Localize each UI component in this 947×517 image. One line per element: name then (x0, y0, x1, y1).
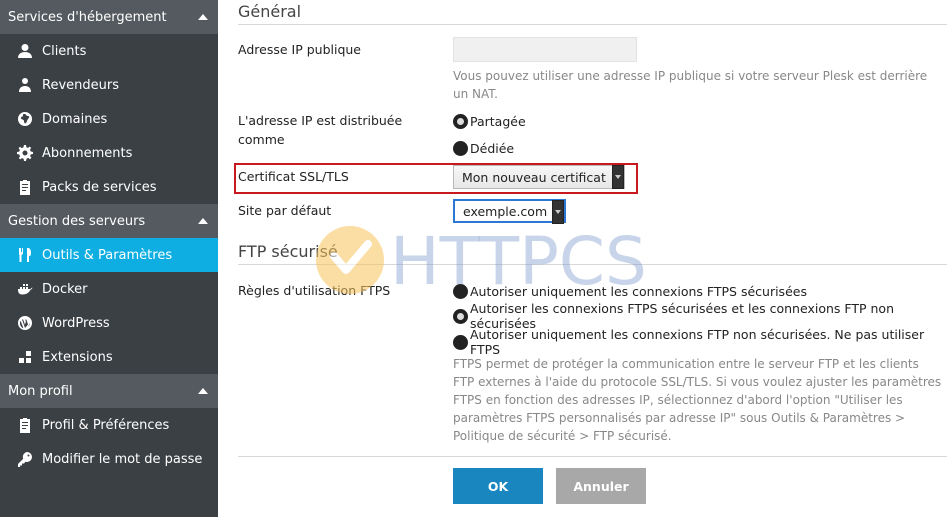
sidebar-item-clients[interactable]: Clients (0, 34, 218, 68)
radio-button[interactable] (453, 334, 468, 350)
radio-label: Partagée (470, 113, 526, 129)
key-icon (16, 450, 34, 468)
sidebar-item-label: Revendeurs (42, 77, 119, 93)
select-value: exemple.com (463, 203, 548, 219)
section-my-profile[interactable]: Mon profil (0, 374, 218, 408)
radio-ftps-and-ftp[interactable]: Autoriser les connexions FTPS sécurisées… (453, 301, 947, 331)
sidebar-item-label: Clients (42, 43, 87, 59)
clipboard-icon (16, 178, 34, 196)
radio-ftp-only[interactable]: Autoriser uniquement les connexions FTP … (453, 327, 947, 357)
public-ip-label: Adresse IP publique (238, 42, 361, 57)
sidebar-item-resellers[interactable]: Revendeurs (0, 68, 218, 102)
profile-icon (16, 416, 34, 434)
ftps-rules-label: Règles d'utilisation FTPS (238, 283, 391, 298)
sidebar-item-profile-preferences[interactable]: Profil & Préférences (0, 408, 218, 442)
sidebar-item-docker[interactable]: Docker (0, 272, 218, 306)
ftp-section-title: FTP sécurisé (238, 242, 338, 261)
sidebar-item-label: Abonnements (42, 145, 133, 161)
radio-dedicated[interactable]: Dédiée (453, 139, 514, 157)
sidebar-item-label: Profil & Préférences (42, 417, 170, 433)
globe-icon (16, 110, 34, 128)
sidebar-item-service-plans[interactable]: Packs de services (0, 170, 218, 204)
section-title: Services d'hébergement (8, 9, 167, 25)
divider (238, 456, 947, 457)
radio-button[interactable] (453, 113, 468, 129)
reseller-icon (16, 76, 34, 94)
extensions-icon (16, 348, 34, 366)
sidebar-item-tools-settings[interactable]: Outils & Paramètres (0, 238, 218, 272)
cancel-button[interactable]: Annuler (556, 468, 646, 504)
collapse-icon (198, 14, 208, 20)
section-hosting-services[interactable]: Services d'hébergement (0, 0, 218, 34)
chevron-down-icon (612, 165, 624, 189)
gear-icon (16, 144, 34, 162)
radio-shared[interactable]: Partagée (453, 112, 526, 130)
user-icon (16, 42, 34, 60)
section-title: Gestion des serveurs (8, 213, 146, 229)
public-ip-input[interactable] (453, 37, 637, 62)
sidebar-item-wordpress[interactable]: WordPress (0, 306, 218, 340)
ssl-certificate-label: Certificat SSL/TLS (238, 169, 349, 184)
collapse-icon (198, 388, 208, 394)
sidebar-item-label: Docker (42, 281, 88, 297)
sidebar-item-label: Packs de services (42, 179, 157, 195)
radio-ftps-only[interactable]: Autoriser uniquement les connexions FTPS… (453, 282, 807, 300)
sidebar-item-subscriptions[interactable]: Abonnements (0, 136, 218, 170)
sidebar-item-change-password[interactable]: Modifier le mot de passe (0, 442, 218, 476)
divider (238, 264, 947, 265)
ftps-hint: FTPS permet de protéger la communication… (453, 357, 942, 443)
sidebar-item-label: Modifier le mot de passe (42, 451, 203, 467)
ssl-certificate-select[interactable]: Mon nouveau certificat (453, 165, 625, 189)
radio-label: Autoriser uniquement les connexions FTPS… (470, 283, 807, 299)
radio-label: Autoriser uniquement les connexions FTP … (470, 327, 925, 357)
radio-button[interactable] (453, 140, 468, 156)
default-site-select[interactable]: exemple.com (453, 199, 566, 224)
radio-label: Dédiée (470, 140, 515, 156)
wordpress-icon (16, 314, 34, 332)
sidebar-item-label: WordPress (42, 315, 110, 331)
docker-icon (16, 280, 34, 298)
ok-button[interactable]: OK (453, 468, 543, 504)
public-ip-hint: Vous pouvez utiliser une adresse IP publ… (453, 69, 928, 101)
sidebar: Services d'hébergement Clients Revendeur… (0, 0, 218, 517)
chevron-down-icon (552, 200, 564, 224)
main-content: Général Adresse IP publique Vous pouvez … (218, 0, 947, 517)
divider (238, 24, 947, 25)
collapse-icon (198, 218, 208, 224)
sidebar-item-extensions[interactable]: Extensions (0, 340, 218, 374)
sidebar-item-domains[interactable]: Domaines (0, 102, 218, 136)
section-title: Mon profil (8, 383, 73, 399)
tools-icon (16, 246, 34, 264)
default-site-label: Site par défaut (238, 203, 332, 218)
radio-button[interactable] (453, 308, 468, 324)
section-server-management[interactable]: Gestion des serveurs (0, 204, 218, 238)
select-value: Mon nouveau certificat (462, 169, 606, 185)
sidebar-item-label: Domaines (42, 111, 108, 127)
ip-distribution-label: L'adresse IP est distribuée comme (238, 113, 403, 147)
sidebar-item-label: Extensions (42, 349, 113, 365)
sidebar-item-label: Outils & Paramètres (42, 247, 173, 263)
radio-button[interactable] (453, 283, 468, 299)
general-section-title: Général (238, 2, 302, 21)
